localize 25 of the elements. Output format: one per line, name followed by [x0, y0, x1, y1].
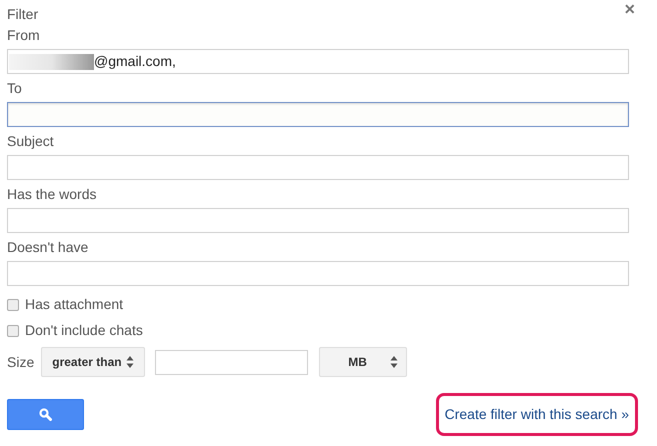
- field-label: Doesn't have: [7, 239, 90, 256]
- field-label: Subject: [7, 133, 55, 150]
- input-field[interactable]: @gmail.com,: [7, 49, 629, 74]
- close-button[interactable]: ×: [624, 0, 635, 18]
- field-label: To: [7, 80, 23, 97]
- checkbox-label: Don't include chats: [25, 322, 143, 339]
- unit-select[interactable]: MB: [319, 347, 408, 377]
- spinner-icon: [126, 355, 134, 369]
- dialog-title: Filter: [7, 6, 38, 23]
- input-field[interactable]: [7, 102, 629, 127]
- checkbox[interactable]: [7, 298, 19, 310]
- checkbox[interactable]: [7, 324, 19, 336]
- input-field[interactable]: [7, 208, 629, 233]
- size-label: Size: [7, 352, 34, 372]
- input-field[interactable]: [7, 261, 629, 286]
- checkbox-label: Has attachment: [25, 296, 124, 313]
- search-button[interactable]: [7, 399, 84, 430]
- field-label: From: [7, 27, 41, 44]
- create-filter-link[interactable]: Create filter with this search »: [436, 393, 638, 436]
- spinner-icon: [390, 355, 398, 369]
- operator-select[interactable]: greater than: [41, 347, 146, 377]
- size-input[interactable]: [155, 350, 308, 374]
- field-label: Has the words: [7, 186, 98, 203]
- search-icon: [39, 408, 52, 421]
- input-field[interactable]: [7, 155, 629, 180]
